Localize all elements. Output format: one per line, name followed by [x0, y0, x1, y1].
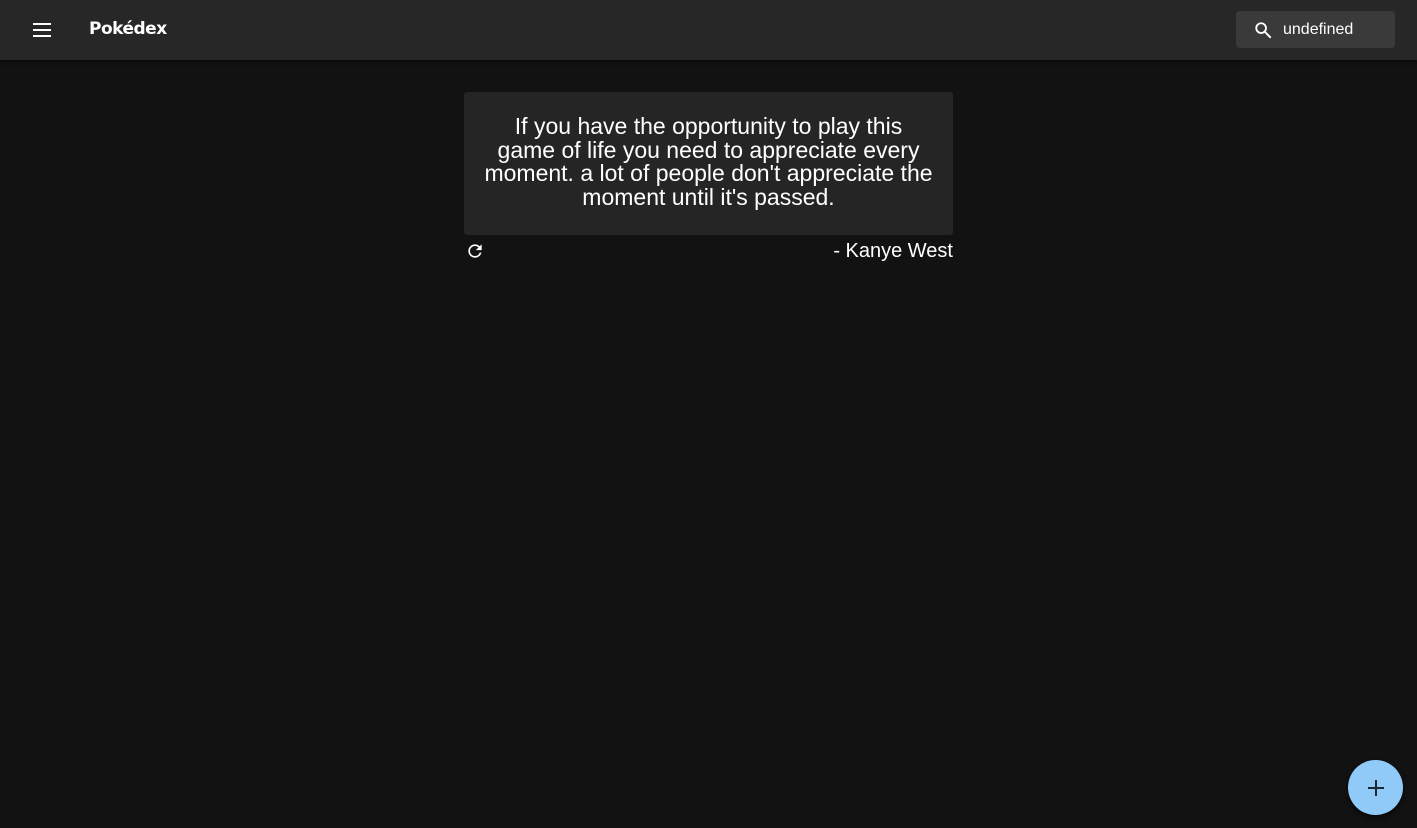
menu-icon: [33, 23, 51, 37]
app-bar: Pokédex: [0, 0, 1417, 60]
refresh-icon: [468, 244, 482, 258]
menu-button[interactable]: [22, 10, 62, 50]
add-button[interactable]: [1348, 760, 1403, 815]
quote-card: If you have the opportunity to play this…: [464, 92, 953, 235]
app-title: Pokédex: [89, 19, 167, 39]
search-input[interactable]: [1283, 20, 1393, 39]
quote-author: - Kanye West: [833, 240, 953, 262]
search-icon: [1253, 20, 1273, 40]
refresh-quote-button[interactable]: [464, 240, 486, 262]
quote-text: If you have the opportunity to play this…: [484, 113, 933, 210]
plus-icon: [1367, 779, 1384, 796]
search-box[interactable]: [1236, 11, 1395, 48]
